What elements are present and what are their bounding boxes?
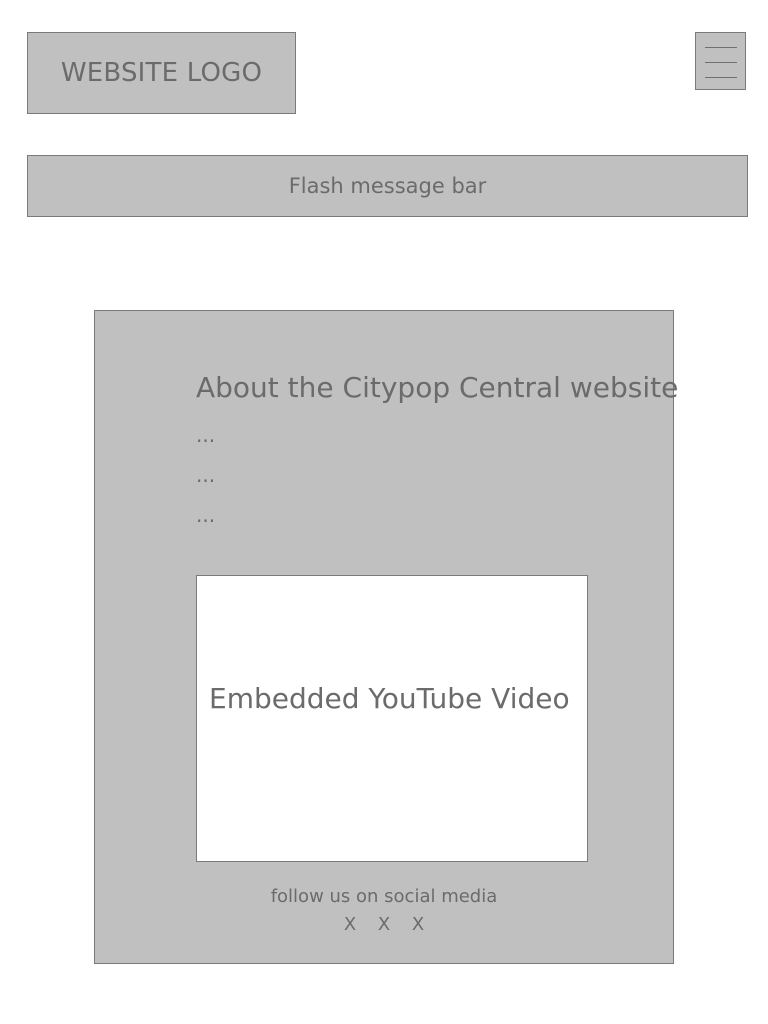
about-card: About the Citypop Central website ... ..… <box>94 310 679 964</box>
embedded-youtube-video[interactable]: Embedded YouTube Video <box>196 575 588 862</box>
menu-line-icon <box>705 77 737 78</box>
about-title: About the Citypop Central website <box>196 371 679 404</box>
social-media-label: follow us on social media <box>270 886 498 907</box>
about-text-line: ... <box>196 503 216 527</box>
video-label: Embedded YouTube Video <box>209 682 570 715</box>
menu-line-icon <box>705 47 737 48</box>
about-text-line: ... <box>196 463 216 487</box>
menu-line-icon <box>705 62 737 63</box>
social-media-links: X X X <box>95 914 673 935</box>
hamburger-menu-button[interactable] <box>695 32 746 90</box>
page: WEBSITE LOGO Flash message bar About the… <box>0 0 768 1024</box>
social-link-1-icon[interactable]: X <box>343 914 357 935</box>
website-logo[interactable]: WEBSITE LOGO <box>27 32 296 114</box>
flash-message-text: Flash message bar <box>288 174 487 198</box>
social-link-3-icon[interactable]: X <box>411 914 425 935</box>
about-text-line: ... <box>196 423 216 447</box>
social-link-2-icon[interactable]: X <box>377 914 391 935</box>
flash-message-bar: Flash message bar <box>27 155 748 217</box>
website-logo-text: WEBSITE LOGO <box>60 58 263 88</box>
